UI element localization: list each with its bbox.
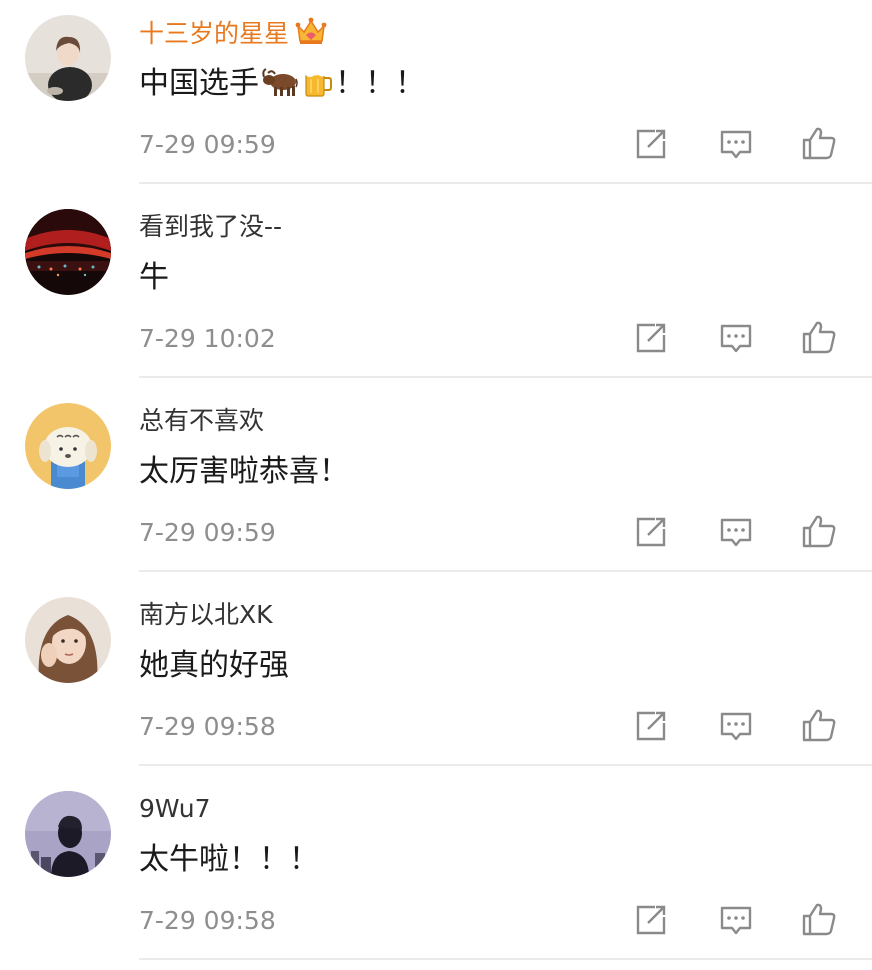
avatar[interactable]: [25, 791, 111, 877]
username[interactable]: 十三岁的星星: [139, 16, 327, 55]
avatar[interactable]: [25, 597, 111, 683]
username[interactable]: 9Wu7: [139, 792, 210, 826]
share-button[interactable]: [631, 512, 671, 552]
share-icon: [636, 323, 666, 353]
like-button[interactable]: [799, 512, 839, 552]
like-icon: [802, 903, 836, 936]
divider: [139, 376, 872, 378]
like-button[interactable]: [799, 318, 839, 358]
username[interactable]: 看到我了没--: [139, 210, 282, 244]
like-icon: [802, 709, 836, 742]
reply-icon: [720, 518, 752, 547]
divider: [139, 570, 872, 572]
username[interactable]: 南方以北XK: [139, 598, 273, 632]
comment-item: 总有不喜欢 太厉害啦恭喜！ 7-29 09:59: [0, 388, 872, 582]
ox-emoji: [260, 65, 298, 110]
comment-text: 牛: [139, 260, 169, 295]
like-icon: [802, 515, 836, 548]
comment-time: 7-29 09:58: [139, 712, 276, 741]
like-button[interactable]: [799, 900, 839, 940]
share-button[interactable]: [631, 318, 671, 358]
comment-time: 7-29 09:59: [139, 130, 276, 159]
like-icon: [802, 127, 836, 160]
beer-mug-emoji: [300, 65, 334, 110]
share-button[interactable]: [631, 124, 671, 164]
reply-icon: [720, 324, 752, 353]
comment-item: 十三岁的星星 中国选手！！！ 7-29 09:59: [0, 0, 872, 194]
like-button[interactable]: [799, 124, 839, 164]
divider: [139, 764, 872, 766]
reply-button[interactable]: [716, 706, 756, 746]
comment-item: 看到我了没-- 牛 7-29 10:02: [0, 194, 872, 388]
comment-text: 中国选手！！！: [139, 64, 425, 110]
reply-icon: [720, 712, 752, 741]
like-icon: [802, 321, 836, 354]
comment-text: 她真的好强: [139, 648, 289, 683]
avatar[interactable]: [25, 209, 111, 295]
comment-time: 7-29 09:58: [139, 906, 276, 935]
share-icon: [636, 129, 666, 159]
share-icon: [636, 517, 666, 547]
like-button[interactable]: [799, 706, 839, 746]
share-icon: [636, 905, 666, 935]
username[interactable]: 总有不喜欢: [139, 404, 264, 438]
comment-text: 太牛啦！！！: [139, 842, 319, 877]
avatar[interactable]: [25, 15, 111, 101]
comment-text: 太厉害啦恭喜！: [139, 454, 349, 489]
reply-icon: [720, 906, 752, 935]
reply-button[interactable]: [716, 900, 756, 940]
comment-item: 9Wu7 太牛啦！！！ 7-29 09:58: [0, 776, 872, 970]
reply-button[interactable]: [716, 512, 756, 552]
comment-item: 南方以北XK 她真的好强 7-29 09:58: [0, 582, 872, 776]
share-icon: [636, 711, 666, 741]
comment-list: 十三岁的星星 中国选手！！！ 7-29 09:59 看到我了没-- 牛 7-29…: [0, 0, 872, 960]
crown-icon: [295, 16, 327, 55]
reply-icon: [720, 130, 752, 159]
share-button[interactable]: [631, 706, 671, 746]
share-button[interactable]: [631, 900, 671, 940]
reply-button[interactable]: [716, 124, 756, 164]
avatar[interactable]: [25, 403, 111, 489]
comment-time: 7-29 09:59: [139, 518, 276, 547]
comment-time: 7-29 10:02: [139, 324, 276, 353]
reply-button[interactable]: [716, 318, 756, 358]
divider: [139, 182, 872, 184]
